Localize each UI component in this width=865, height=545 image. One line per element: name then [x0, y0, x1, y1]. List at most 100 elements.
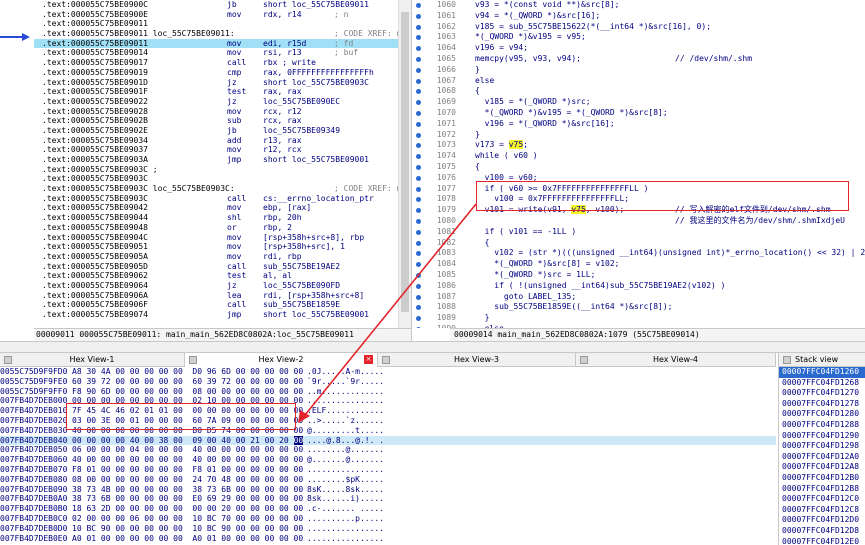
disasm-line[interactable]: .text:000055C75BE0903C loc_55C75BE0903C:…: [34, 184, 398, 194]
disasm-line[interactable]: .text:000055C75BE09011: [34, 19, 398, 29]
stack-entry[interactable]: 00007FFC04FD12B8: [779, 484, 865, 495]
breakpoint-dot-icon[interactable]: [416, 305, 421, 311]
pseudocode-line[interactable]: 1060 v93 = *(const void **)&src[8];: [413, 0, 865, 11]
disasm-line[interactable]: .text:000055C75BE0903C call cs:__errno_loc…: [34, 194, 398, 204]
disasm-line[interactable]: .text:000055C75BE0901F test rax, rax: [34, 87, 398, 97]
pseudocode-line[interactable]: 1071 v196 = *(_QWORD *)&src[16];: [413, 119, 865, 130]
tab-hex-view-1[interactable]: Hex View-1: [0, 353, 185, 367]
hex-cursor-byte[interactable]: 00: [293, 435, 304, 445]
pseudocode-line[interactable]: 1075 {: [413, 162, 865, 173]
hex-row[interactable]: 007FB4D7DEB0E0 A0 01 00 00 00 00 00 00 A0…: [0, 534, 776, 544]
breakpoint-dot-icon[interactable]: [416, 56, 421, 62]
breakpoint-dot-icon[interactable]: [416, 110, 421, 116]
hex-row[interactable]: 007FB4D7DEB0D0 10 BC 90 00 00 00 00 00 10…: [0, 524, 776, 534]
breakpoint-dot-icon[interactable]: [416, 100, 421, 106]
disasm-line[interactable]: .text:000055C75BE0906A lea rdi, [rsp+358h+…: [34, 291, 398, 301]
pseudocode-line[interactable]: 1084 *(_QWORD *)&src[8] = v102;: [413, 259, 865, 270]
hex-bytes[interactable]: 00 00 00 00 40 00 38 00 09 00 40 00 21 0…: [72, 435, 304, 446]
pseudocode-view[interactable]: 1060 v93 = *(const void **)&src[8]; 1061 v9…: [413, 0, 865, 341]
disasm-line[interactable]: .text:000055C75BE09044 shl rbp, 20h: [34, 213, 398, 223]
hex-row[interactable]: 007FB4D7DEB050 06 00 00 00 04 00 00 00 40…: [0, 445, 776, 455]
pseudocode-line[interactable]: 1087 goto LABEL_135;: [413, 292, 865, 303]
hex-row[interactable]: 007FB4D7DEB090 38 73 4B 00 00 00 00 00 38…: [0, 485, 776, 495]
breakpoint-dot-icon[interactable]: [416, 154, 421, 160]
disasm-line[interactable]: .text:000055C75BE09011 mov edi, r15d ; fd: [34, 38, 398, 49]
pseudocode-line[interactable]: 1080 // 我这里的文件名为/dev/shm/.shmIxdjeU: [413, 216, 865, 227]
pseudocode-line[interactable]: 1073 v173 = v75;: [413, 140, 865, 151]
disasm-line[interactable]: .text:000055C75BE0905A mov rdi, rbp: [34, 252, 398, 262]
disasm-line[interactable]: .text:000055C75BE09019 cmp rax, 0FFFFFFFFF…: [34, 68, 398, 78]
stack-entry[interactable]: 00007FFC04FD1260: [779, 367, 865, 378]
stack-entry[interactable]: 00007FFC04FD12C0: [779, 494, 865, 505]
breakpoint-dot-icon[interactable]: [416, 326, 421, 328]
disasm-line[interactable]: .text:000055C75BE09064 jz loc_55C75BE090FD: [34, 281, 398, 291]
stack-entry[interactable]: 00007FFC04FD1270: [779, 388, 865, 399]
stack-entry[interactable]: 00007FFC04FD12D0: [779, 515, 865, 526]
stack-view[interactable]: Stack view 00007FFC04FD1260 00007FFC04FD1…: [778, 353, 865, 545]
hex-row[interactable]: 007FB4D7DEB0C0 02 00 00 00 06 00 00 00 10…: [0, 514, 776, 524]
pseudocode-line[interactable]: 1064 v196 = v94;: [413, 43, 865, 54]
breakpoint-dot-icon[interactable]: [416, 283, 421, 289]
stack-entry[interactable]: 00007FFC04FD1280: [779, 409, 865, 420]
stack-entry[interactable]: 00007FFC04FD1290: [779, 431, 865, 442]
breakpoint-dot-icon[interactable]: [416, 240, 421, 246]
hex-bytes[interactable]: A0 01 00 00 00 00 00 00 A0 01 00 00 00 0…: [72, 534, 303, 544]
breakpoint-dot-icon[interactable]: [416, 208, 421, 214]
disasm-line[interactable]: .text:000055C75BE09022 jz loc_55C75BE090EC: [34, 97, 398, 107]
disasm-line[interactable]: .text:000055C75BE09062 test al, al: [34, 271, 398, 281]
pseudocode-line[interactable]: 1086 if ( !(unsigned __int64)sub_55C75BE…: [413, 281, 865, 292]
hex-bytes[interactable]: 06 00 00 00 04 00 00 00 40 00 00 00 00 0…: [72, 445, 303, 455]
disasm-line[interactable]: .text:000055C75BE0903A jmp short loc_55C75…: [34, 155, 398, 165]
highlighted-variable[interactable]: v75: [508, 140, 524, 150]
breakpoint-dot-icon[interactable]: [416, 251, 421, 257]
tab-hex-view-4[interactable]: Hex View-4: [576, 353, 776, 367]
stack-entry[interactable]: 00007FFC04FD1288: [779, 420, 865, 431]
hex-bytes[interactable]: 18 63 2D 00 00 00 00 00 00 00 20 00 00 0…: [72, 504, 303, 514]
hex-bytes[interactable]: A8 30 4A 00 00 00 00 00 D0 96 6D 00 00 0…: [72, 367, 303, 377]
hex-bytes[interactable]: 60 39 72 00 00 00 00 00 60 39 72 00 00 0…: [72, 377, 303, 387]
disasm-line[interactable]: .text:000055C75BE09074 jmp short loc_55C75…: [34, 310, 398, 320]
pseudocode-line[interactable]: 1069 v185 = *(_QWORD *)src;: [413, 97, 865, 108]
hex-bytes[interactable]: 08 00 00 00 00 00 00 00 24 70 48 00 00 0…: [72, 475, 303, 485]
disasm-line[interactable]: .text:000055C75BE0901D jz short loc_55C75B…: [34, 78, 398, 88]
pseudocode-line[interactable]: 1081 if ( v101 == -1LL ): [413, 227, 865, 238]
tab-hex-view-2[interactable]: Hex View-2 ×: [185, 353, 378, 367]
breakpoint-dot-icon[interactable]: [416, 229, 421, 235]
disasm-line[interactable]: .text:000055C75BE09051 mov [rsp+358h+src],…: [34, 242, 398, 252]
pseudocode-line[interactable]: 1065 memcpy(v95, v93, v94); // /dev/shm/.s…: [413, 54, 865, 65]
breakpoint-dot-icon[interactable]: [416, 67, 421, 73]
disasm-line[interactable]: .text:000055C75BE0902E jb loc_55C75BE09349: [34, 126, 398, 136]
stack-entry[interactable]: 00007FFC04FD12D8: [779, 526, 865, 537]
stack-entry[interactable]: 00007FFC04FD12A8: [779, 462, 865, 473]
breakpoint-dot-icon[interactable]: [416, 35, 421, 41]
disasm-line[interactable]: .text:000055C75BE09028 mov rcx, r12: [34, 107, 398, 117]
disassembly-scrollbar[interactable]: [398, 0, 411, 328]
breakpoint-dot-icon[interactable]: [416, 316, 421, 322]
stack-entry[interactable]: 00007FFC04FD12B0: [779, 473, 865, 484]
breakpoint-dot-icon[interactable]: [416, 197, 421, 203]
disasm-line[interactable]: .text:000055C75BE0905D call sub_55C75BE19A…: [34, 262, 398, 272]
disasm-line[interactable]: .text:000055C75BE09011 loc_55C75BE09011:…: [34, 29, 398, 39]
pseudocode-line[interactable]: 1085 *(_QWORD *)src = 1LL;: [413, 270, 865, 281]
pseudocode-line[interactable]: 1072}: [413, 130, 865, 141]
breakpoint-dot-icon[interactable]: [416, 272, 421, 278]
disasm-line[interactable]: .text:000055C75BE0906F call sub_55C75BE185…: [34, 300, 398, 310]
breakpoint-dot-icon[interactable]: [416, 13, 421, 19]
breakpoint-dot-icon[interactable]: [416, 121, 421, 127]
panel-divider[interactable]: [0, 341, 865, 353]
close-icon[interactable]: ×: [364, 355, 373, 364]
stack-entry[interactable]: 00007FFC04FD1298: [779, 441, 865, 452]
pseudocode-line[interactable]: 1067 else: [413, 76, 865, 87]
hex-bytes[interactable]: 38 73 6B 00 00 00 00 00 E0 69 29 00 00 0…: [72, 494, 303, 504]
hex-row[interactable]: 007FB4D7DEB040 00 00 00 00 40 00 38 00 09…: [0, 435, 776, 446]
pseudocode-line[interactable]: 1089 }: [413, 313, 865, 324]
pseudocode-line[interactable]: 1074 while ( v60 ): [413, 151, 865, 162]
breakpoint-dot-icon[interactable]: [416, 24, 421, 30]
breakpoint-dot-icon[interactable]: [416, 164, 421, 170]
pseudocode-line[interactable]: 1062 v185 = sub_55C75BE15622(*(__int64 *)…: [413, 22, 865, 33]
hex-row[interactable]: 007FB4D7DEB0B0 18 63 2D 00 00 00 00 00 00…: [0, 504, 776, 514]
hex-view-content[interactable]: 0055C75D9F9FD0 A8 30 4A 00 00 00 00 00 D0…: [0, 367, 776, 545]
breakpoint-dot-icon[interactable]: [416, 218, 421, 224]
pseudocode-line[interactable]: 1082 {: [413, 238, 865, 249]
breakpoint-dot-icon[interactable]: [416, 175, 421, 181]
